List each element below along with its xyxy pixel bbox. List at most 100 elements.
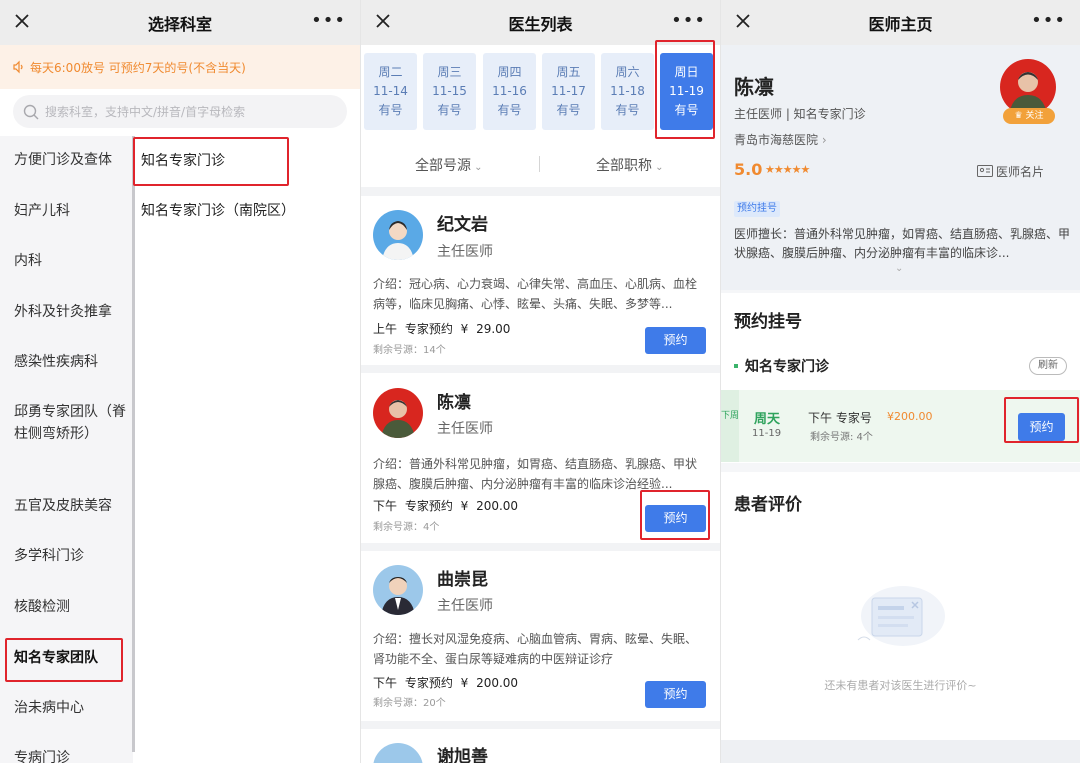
day-status: 有号	[497, 103, 522, 117]
search-input[interactable]: 搜索科室，支持中文/拼音/首字母检索	[13, 95, 347, 128]
day-tab[interactable]: 周三 11-15 有号	[423, 53, 476, 130]
doctor-name: 陈凛	[734, 75, 774, 99]
department-item[interactable]: 核酸检测	[14, 596, 126, 618]
more-icon[interactable]: •••	[311, 12, 346, 30]
section-title: 患者评价	[734, 495, 802, 515]
day-status: 有号	[437, 103, 462, 117]
doctor-intro: 介绍：普通外科常见肿瘤，如胃癌、结直肠癌、乳腺癌、甲状腺癌、腹膜后肿瘤、内分泌肿…	[373, 457, 698, 491]
top-bar: 选择科室 •••	[0, 0, 360, 45]
rating-stars: ★★★★★	[765, 163, 810, 176]
bullet-dot	[734, 364, 738, 368]
highlight-box	[5, 638, 123, 682]
doctor-avatar	[373, 210, 423, 260]
book-button[interactable]: 预约	[645, 681, 706, 708]
follow-button[interactable]: ♛ 关注	[1003, 108, 1055, 124]
doctor-avatar	[373, 743, 423, 763]
department-item[interactable]: 治未病中心	[14, 697, 126, 719]
department-item[interactable]: 妇产儿科	[14, 200, 126, 222]
notice-text: 每天6:00放号 可预约7天的号(不含当天)	[30, 60, 246, 75]
day-week: 周二	[378, 65, 403, 79]
doctor-home-screen: 医师主页 ••• 陈凛 主任医师 | 知名专家门诊 青岛市海慈医院 › 5.0 …	[721, 0, 1080, 763]
doctor-title: 主任医师	[437, 244, 493, 260]
chevron-down-icon: ⌄	[471, 162, 483, 173]
review-section: 患者评价 还未有患者对该医生进行评价~	[721, 472, 1080, 740]
doctor-title: 主任医师	[437, 598, 493, 614]
doctor-avatar	[373, 388, 423, 438]
department-item[interactable]: 专病门诊	[14, 747, 126, 763]
remaining-count: 剩余号源：4个	[373, 522, 440, 533]
rating-score: 5.0	[734, 160, 763, 179]
day-date: 11-18	[610, 84, 645, 98]
department-item[interactable]: 方便门诊及查体	[14, 149, 126, 171]
doctor-subtitle: 主任医师 | 知名专家门诊	[734, 107, 866, 121]
slot-type: 下午 专家号	[808, 411, 872, 425]
crown-icon: ♛	[1014, 111, 1026, 121]
remaining-count: 剩余号源：20个	[373, 698, 446, 709]
department-item[interactable]: 五官及皮肤美容	[14, 495, 126, 517]
list-scrollbar[interactable]	[132, 136, 135, 752]
refresh-button[interactable]: 刷新	[1029, 357, 1067, 375]
department-item[interactable]: 外科及针灸推拿	[14, 301, 126, 323]
slot-info: 上午 专家预约 ¥ 29.00	[373, 322, 511, 336]
department-item[interactable]: 感染性疾病科	[14, 351, 126, 373]
highlight-box	[655, 40, 715, 139]
remaining-count: 剩余号源：14个	[373, 345, 446, 356]
doctor-intro: 介绍：冠心病、心力衰竭、心律失常、高血压、心肌病、血栓病等，临床见胸痛、心悸、眩…	[373, 277, 698, 311]
top-bar: 医生列表 •••	[361, 0, 720, 45]
slot-price: ¥200.00	[887, 410, 933, 423]
day-status: 有号	[378, 103, 403, 117]
highlight-box	[133, 137, 289, 186]
department-item[interactable]: 内科	[14, 250, 126, 272]
title-filter[interactable]: 全部职称 ⌄	[596, 155, 664, 175]
day-status: 有号	[615, 103, 640, 117]
book-button[interactable]: 预约	[645, 327, 706, 354]
date-selector: 周二 11-14 有号 周三 11-15 有号 周四 11-16 有号 周五 11-17 有号 …	[361, 40, 720, 141]
slot-row: 下周 周天 11-19 下午 专家号 ¥200.00 剩余号源: 4个 预约	[721, 390, 1080, 462]
day-tab[interactable]: 周二 11-14 有号	[364, 53, 417, 130]
doctor-name: 陈凛	[437, 393, 471, 413]
page-title: 选择科室	[147, 14, 212, 34]
search-icon	[23, 104, 39, 119]
doctor-profile-header: 陈凛 主任医师 | 知名专家门诊 青岛市海慈医院 › 5.0 ★★★★★ 医师名…	[721, 45, 1080, 290]
doctor-expertise: 医师擅长：普通外科常见肿瘤，如胃癌、结直肠癌、乳腺癌、甲状腺癌、腹膜后肿瘤、内分…	[734, 227, 1070, 260]
day-week: 周六	[615, 65, 640, 79]
close-icon[interactable]	[371, 9, 395, 33]
close-icon[interactable]	[731, 9, 755, 33]
sub-department-item[interactable]: 知名专家门诊（南院区）	[141, 200, 295, 220]
chevron-down-icon[interactable]: ⌄	[895, 263, 903, 274]
slot-info: 下午 专家预约 ¥ 200.00	[373, 676, 519, 690]
slot-day: 周天	[754, 412, 781, 427]
department-item[interactable]: 邱勇专家团队（脊柱侧弯矫形）	[14, 401, 126, 445]
top-bar: 医师主页 •••	[721, 0, 1080, 45]
doctor-card-button[interactable]: 医师名片	[977, 163, 1044, 180]
source-filter[interactable]: 全部号源 ⌄	[415, 155, 483, 175]
doctor-name: 曲崇昆	[437, 570, 488, 590]
title-filter-label: 全部职称	[596, 158, 652, 174]
bottom-spacer	[721, 740, 1080, 763]
booking-section: 预约挂号 知名专家门诊 刷新 下周 周天 11-19 下午 专家号 ¥200.0…	[721, 293, 1080, 463]
day-tab[interactable]: 周五 11-17 有号	[542, 53, 595, 130]
doctor-card[interactable]: 纪文岩 主任医师 介绍：冠心病、心力衰竭、心律失常、高血压、心肌病、血栓病等，临…	[361, 196, 720, 365]
more-icon[interactable]: •••	[1031, 12, 1066, 30]
department-item[interactable]: 多学科门诊	[14, 545, 126, 567]
doctor-card-label: 医师名片	[996, 165, 1045, 179]
doctor-card[interactable]: 陈凛 主任医师 介绍：普通外科常见肿瘤，如胃癌、结直肠癌、乳腺癌、甲状腺癌、腹膜…	[361, 373, 720, 543]
doctor-title: 主任医师	[437, 421, 493, 437]
hospital-link[interactable]: 青岛市海慈医院 ›	[734, 131, 827, 148]
highlight-box	[1004, 397, 1079, 443]
more-icon[interactable]: •••	[671, 12, 706, 30]
day-status: 有号	[556, 103, 581, 117]
day-week: 周三	[437, 65, 462, 79]
day-tab[interactable]: 周六 11-18 有号	[601, 53, 654, 130]
doctor-card[interactable]: 谢旭善	[361, 729, 720, 763]
highlight-box	[640, 490, 710, 540]
day-tab[interactable]: 周四 11-16 有号	[483, 53, 536, 130]
doctor-list-screen: 医生列表 ••• 周二 11-14 有号 周三 11-15 有号 周四 11-16 有号 周…	[361, 0, 720, 763]
doctor-card[interactable]: 曲崇昆 主任医师 介绍：擅长对风湿免疫病、心脑血管病、胃病、眩晕、失眠、肾功能不…	[361, 551, 720, 721]
close-icon[interactable]	[10, 9, 34, 33]
chevron-down-icon: ⌄	[652, 162, 664, 173]
doctor-intro: 介绍：擅长对风湿免疫病、心脑血管病、胃病、眩晕、失眠、肾功能不全、蛋白尿等疑难病…	[373, 632, 698, 666]
follow-label: 关注	[1025, 111, 1044, 121]
day-date: 11-16	[492, 84, 527, 98]
doctor-avatar	[373, 565, 423, 615]
